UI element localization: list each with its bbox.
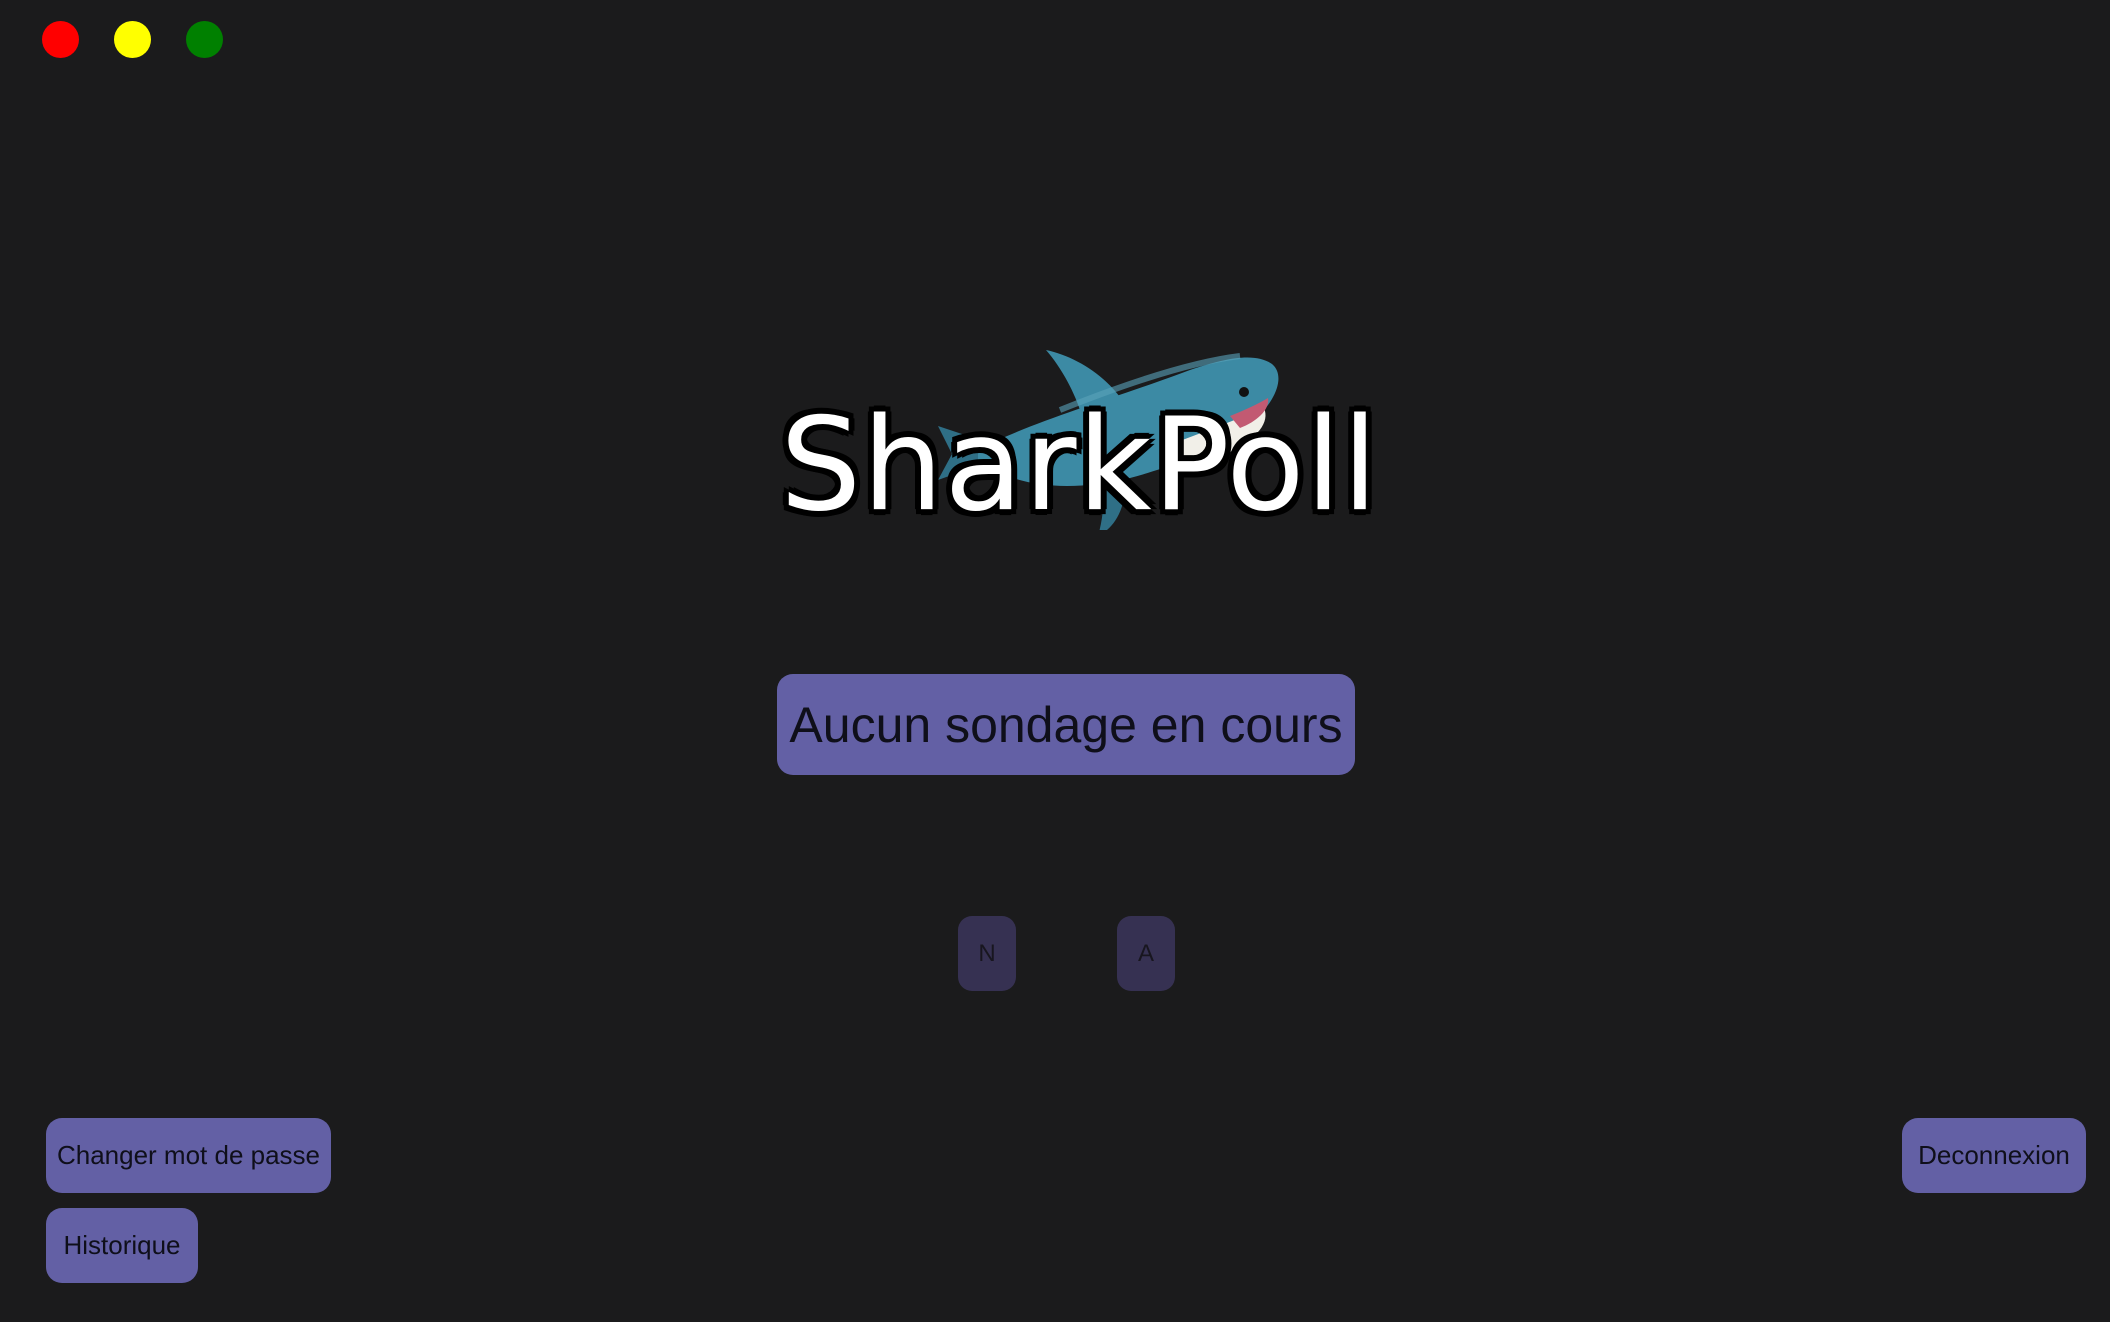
minimize-window-button[interactable] (114, 21, 151, 58)
history-button[interactable]: Historique (46, 1208, 198, 1283)
app-logo: SharkPoll (780, 330, 1379, 550)
app-window: SharkPoll Aucun sondage en cours N A Cha… (0, 0, 2110, 1322)
change-password-button[interactable]: Changer mot de passe (46, 1118, 331, 1193)
poll-status-banner: Aucun sondage en cours (777, 674, 1355, 775)
maximize-window-button[interactable] (186, 21, 223, 58)
logout-button[interactable]: Deconnexion (1902, 1118, 2086, 1193)
key-n-button[interactable]: N (958, 916, 1016, 991)
app-title: SharkPoll (780, 391, 1379, 540)
close-window-button[interactable] (42, 21, 79, 58)
key-a-button[interactable]: A (1117, 916, 1175, 991)
